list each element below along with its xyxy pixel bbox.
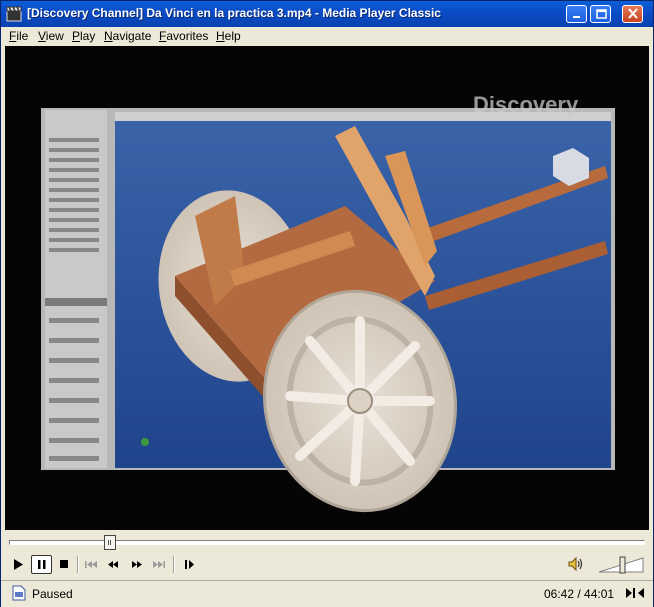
maximize-icon [596,9,607,19]
rewind-icon [108,561,118,568]
menu-navigate[interactable]: Navigate [104,29,151,43]
menu-file[interactable]: File [9,29,28,43]
playback-state: Paused [32,587,73,601]
next-button[interactable] [148,555,169,574]
rewind-button[interactable] [103,555,124,574]
fast-forward-icon [132,561,142,568]
frame-step-icon [185,560,194,569]
stop-button[interactable] [54,555,75,574]
window-title: [Discovery Channel] Da Vinci en la pract… [27,6,441,20]
prev-button[interactable] [81,555,102,574]
speaker-icon[interactable] [567,555,585,573]
status-bar: Paused 06:42 / 44:01 [1,580,653,607]
menu-favorites[interactable]: Favorites [159,29,208,43]
chapter-navigation-icon[interactable] [625,586,645,600]
maximize-button[interactable] [590,5,611,23]
minimize-icon [573,16,580,18]
video-frame: Discovery [41,92,615,513]
video-area[interactable]: Discovery [5,46,649,530]
volume-slider[interactable] [599,556,645,574]
pause-button[interactable] [31,555,52,574]
playback-controls [1,530,653,578]
title-bar[interactable]: [Discovery Channel] Da Vinci en la pract… [1,1,653,27]
frame-step-button[interactable] [179,555,200,574]
volume-thumb[interactable] [619,556,626,574]
media-player-window: [Discovery Channel] Da Vinci en la pract… [0,0,654,607]
prev-icon [85,561,97,568]
cad-sidebar [45,110,107,468]
play-button[interactable] [7,555,28,574]
document-icon [12,585,26,601]
menu-help[interactable]: Help [216,29,241,43]
separator [77,556,79,573]
menu-play[interactable]: Play [72,29,95,43]
seek-thumb[interactable] [104,535,116,550]
stop-icon [60,560,68,568]
close-icon [628,8,638,19]
discovery-watermark: Discovery [473,92,579,117]
menu-view[interactable]: View [38,29,64,43]
fast-forward-button[interactable] [126,555,147,574]
menu-bar: File View Play Navigate Favorites Help [1,27,653,46]
playback-time: 06:42 / 44:01 [544,587,615,601]
pause-icon [38,560,46,569]
close-button[interactable] [622,5,643,23]
separator [173,556,175,573]
next-icon [153,561,165,568]
film-clapper-icon[interactable] [6,6,22,22]
minimize-button[interactable] [566,5,587,23]
play-icon [14,559,23,570]
